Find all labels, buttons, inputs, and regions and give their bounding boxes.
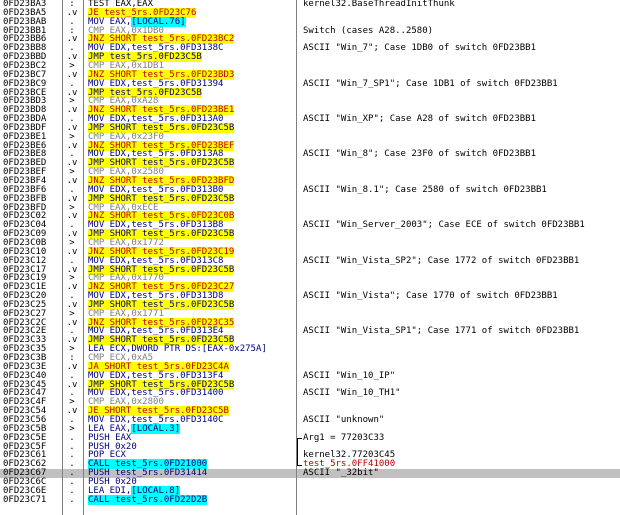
instruction-row[interactable]: 0FD23C71. CALL test_5rs.0FD22D2B [0,494,620,505]
comment: Arg1 = 77203C33 [303,432,385,443]
flow-marker: . [69,494,75,505]
comment: ASCII "Win_Vista_SP1"; Case 1771 of swit… [303,326,580,337]
comment: ASCII "Win_Server_2003"; Case ECE of swi… [303,220,585,231]
comment: ASCII "Win_XP"; Case A28 of switch 0FD23… [303,114,536,125]
disassembly-pane[interactable]: 0FD23BA3: TEST EAX,EAX kernel32.BaseThread… [0,0,620,515]
comment: ASCII "unknown" [303,414,385,425]
comment: ASCII "Win_8.1"; Case 2580 of switch 0FD… [303,184,547,195]
column-separator [296,0,297,515]
address: 0FD23C71 [3,494,47,505]
comment: ASCII "_32bit" [303,468,379,479]
call-args-bracket [297,437,302,467]
column-separator [83,0,84,515]
mnemonic-operands: CALL test_5rs.0FD22D2B [88,494,208,505]
comment: ASCII "Win_10_IP" [303,370,396,381]
comment: ASCII "Win_10_TH1" [303,388,401,399]
instruction-text: CALL test_5rs.0FD22D2B [88,494,208,505]
comment: ASCII "Win_7_SP1"; Case 1DB1 of switch 0… [303,78,558,89]
column-separator [62,0,63,515]
comment: ASCII "Win_8"; Case 23F0 of switch 0FD23… [303,149,536,160]
comment: ASCII "Win_Vista"; Case 1770 of switch 0… [303,291,558,302]
comment: Switch (cases A28..2580) [303,25,434,36]
comment: ASCII "Win_Vista_SP2"; Case 1772 of swit… [303,255,580,266]
comment: ASCII "Win_7"; Case 1DB0 of switch 0FD23… [303,43,536,54]
local-var-operand: [LOCAL.3] [131,423,181,434]
comment: kernel32.BaseThreadInitThunk [303,0,455,9]
